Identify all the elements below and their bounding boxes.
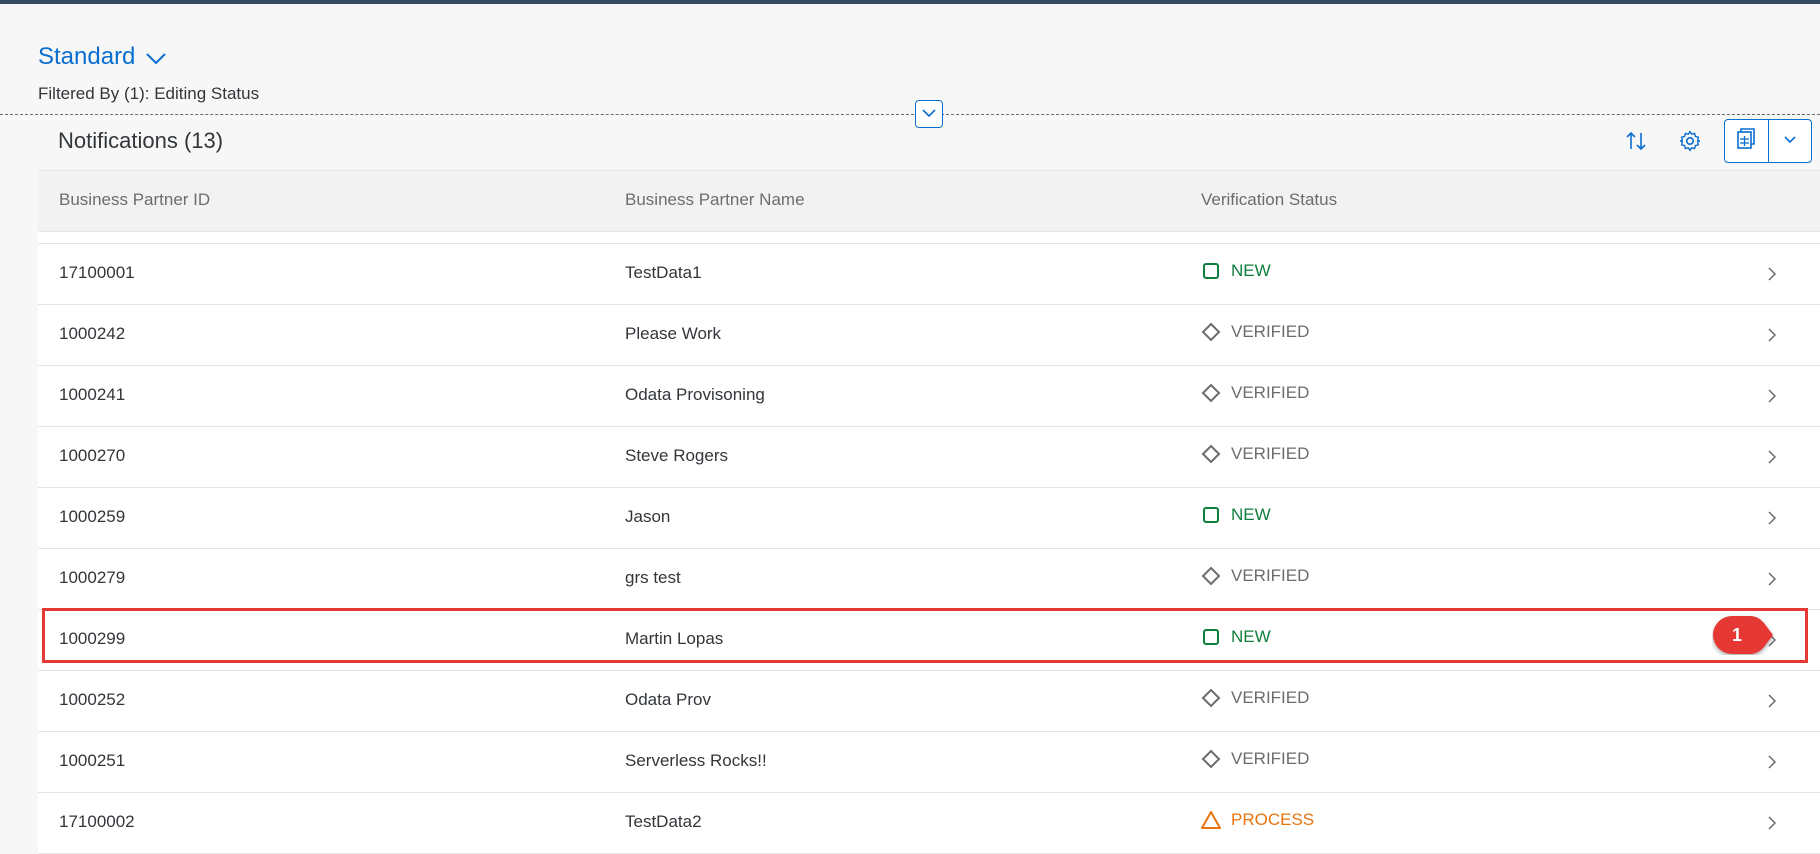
business-partner-id: 1000241 — [59, 385, 126, 404]
variant-title: Standard — [38, 43, 136, 70]
status-label: NEW — [1231, 627, 1271, 646]
business-partner-id: 17100001 — [59, 263, 135, 282]
column-header-business-partner-id[interactable]: Business Partner ID — [59, 190, 210, 210]
business-partner-name: Steve Rogers — [625, 446, 728, 465]
status-label: NEW — [1231, 505, 1271, 524]
table-row[interactable]: 17100001 TestData1 NEW — [38, 244, 1820, 305]
status-label: VERIFIED — [1231, 688, 1310, 707]
business-partner-id: 1000252 — [59, 690, 126, 709]
business-partner-name: Serverless Rocks!! — [625, 751, 767, 770]
verification-status: NEW — [1201, 627, 1271, 647]
verification-status: PROCESS — [1201, 810, 1314, 830]
business-partner-id: 1000279 — [59, 568, 126, 587]
status-label: PROCESS — [1231, 810, 1315, 829]
verification-status: VERIFIED — [1201, 749, 1309, 769]
chevron-right-icon[interactable] — [1762, 264, 1782, 284]
notifications-table: Business Partner ID Business Partner Nam… — [38, 170, 1820, 854]
spreadsheet-export-icon — [1734, 127, 1758, 156]
chevron-right-icon[interactable] — [1762, 447, 1782, 467]
chevron-right-icon[interactable] — [1762, 386, 1782, 406]
table-row[interactable]: 1000270 Steve Rogers VERIFIED — [38, 427, 1820, 488]
diamond-outline-icon — [1201, 322, 1221, 342]
table-row[interactable]: 1000251 Serverless Rocks!! VERIFIED — [38, 732, 1820, 793]
table-row-partial — [38, 232, 1820, 244]
table-row[interactable]: 17100002 TestData2 PROCESS — [38, 793, 1820, 854]
diamond-outline-icon — [1201, 749, 1221, 769]
business-partner-name: Odata Prov — [625, 690, 711, 709]
verification-status: NEW — [1201, 261, 1271, 281]
export-options-button[interactable] — [1769, 120, 1812, 162]
verification-status: VERIFIED — [1201, 322, 1309, 342]
verification-status: NEW — [1201, 505, 1271, 525]
chevron-down-icon — [1783, 132, 1797, 150]
business-partner-name: Martin Lopas — [625, 629, 724, 648]
business-partner-id: 1000299 — [59, 629, 126, 648]
square-outline-icon — [1201, 505, 1221, 525]
gear-icon — [1678, 129, 1702, 158]
sort-icon — [1624, 129, 1648, 158]
status-label: VERIFIED — [1231, 322, 1310, 341]
diamond-outline-icon — [1201, 444, 1221, 464]
chevron-right-icon[interactable] — [1762, 508, 1782, 528]
chevron-right-icon[interactable] — [1762, 630, 1782, 650]
business-partner-id: 1000259 — [59, 507, 126, 526]
table-row[interactable]: 1000279 grs test VERIFIED — [38, 549, 1820, 610]
chevron-right-icon[interactable] — [1762, 325, 1782, 345]
status-label: VERIFIED — [1231, 749, 1310, 768]
square-outline-icon — [1201, 261, 1221, 281]
business-partner-name: Please Work — [625, 324, 722, 343]
business-partner-name: Jason — [625, 507, 671, 526]
column-header-business-partner-name[interactable]: Business Partner Name — [625, 190, 805, 210]
table-settings-button[interactable] — [1672, 125, 1708, 161]
table-row[interactable]: 1000241 Odata Provisoning VERIFIED — [38, 366, 1820, 427]
table-title: Notifications (13) — [58, 128, 224, 153]
diamond-outline-icon — [1201, 688, 1221, 708]
status-label: VERIFIED — [1231, 444, 1310, 463]
export-to-spreadsheet-button[interactable] — [1725, 120, 1769, 162]
verification-status: VERIFIED — [1201, 383, 1309, 403]
variant-selector[interactable]: Standard — [38, 40, 167, 74]
business-partner-id: 17100002 — [59, 812, 135, 831]
business-partner-name: Odata Provisoning — [625, 385, 765, 404]
business-partner-name: TestData1 — [625, 263, 702, 282]
table-row[interactable]: 1000299 Martin Lopas NEW — [38, 610, 1820, 671]
column-header-verification-status[interactable]: Verification Status — [1201, 190, 1337, 210]
diamond-outline-icon — [1201, 566, 1221, 586]
business-partner-id: 1000270 — [59, 446, 126, 465]
verification-status: VERIFIED — [1201, 444, 1309, 464]
square-outline-icon — [1201, 627, 1221, 647]
status-label: VERIFIED — [1231, 383, 1310, 402]
chevron-right-icon[interactable] — [1762, 752, 1782, 772]
shell-top-bar — [0, 0, 1820, 4]
verification-status: VERIFIED — [1201, 566, 1309, 586]
status-label: VERIFIED — [1231, 566, 1310, 585]
table-header: Business Partner ID Business Partner Nam… — [38, 170, 1820, 232]
business-partner-id: 1000251 — [59, 751, 126, 770]
status-label: NEW — [1231, 261, 1271, 280]
table-toolbar: Notifications (13) — [38, 116, 1820, 170]
header-divider — [0, 114, 1820, 115]
sort-button[interactable] — [1618, 125, 1654, 161]
table-row[interactable]: 1000242 Please Work VERIFIED — [38, 305, 1820, 366]
table-row[interactable]: 1000252 Odata Prov VERIFIED — [38, 671, 1820, 732]
chevron-right-icon[interactable] — [1762, 813, 1782, 833]
diamond-outline-icon — [1201, 383, 1221, 403]
triangle-warning-icon — [1201, 810, 1221, 830]
filter-summary: Filtered By (1): Editing Status — [38, 84, 260, 103]
table-body: 17100001 TestData1 NEW 1000242 Please Work VE… — [38, 244, 1820, 854]
business-partner-id: 1000242 — [59, 324, 126, 343]
chevron-right-icon[interactable] — [1762, 569, 1782, 589]
export-button-group — [1724, 119, 1812, 163]
verification-status: VERIFIED — [1201, 688, 1309, 708]
business-partner-name: TestData2 — [625, 812, 702, 831]
business-partner-name: grs test — [625, 568, 681, 587]
table-row[interactable]: 1000259 Jason NEW — [38, 488, 1820, 549]
chevron-down-icon — [145, 52, 167, 66]
chevron-right-icon[interactable] — [1762, 691, 1782, 711]
